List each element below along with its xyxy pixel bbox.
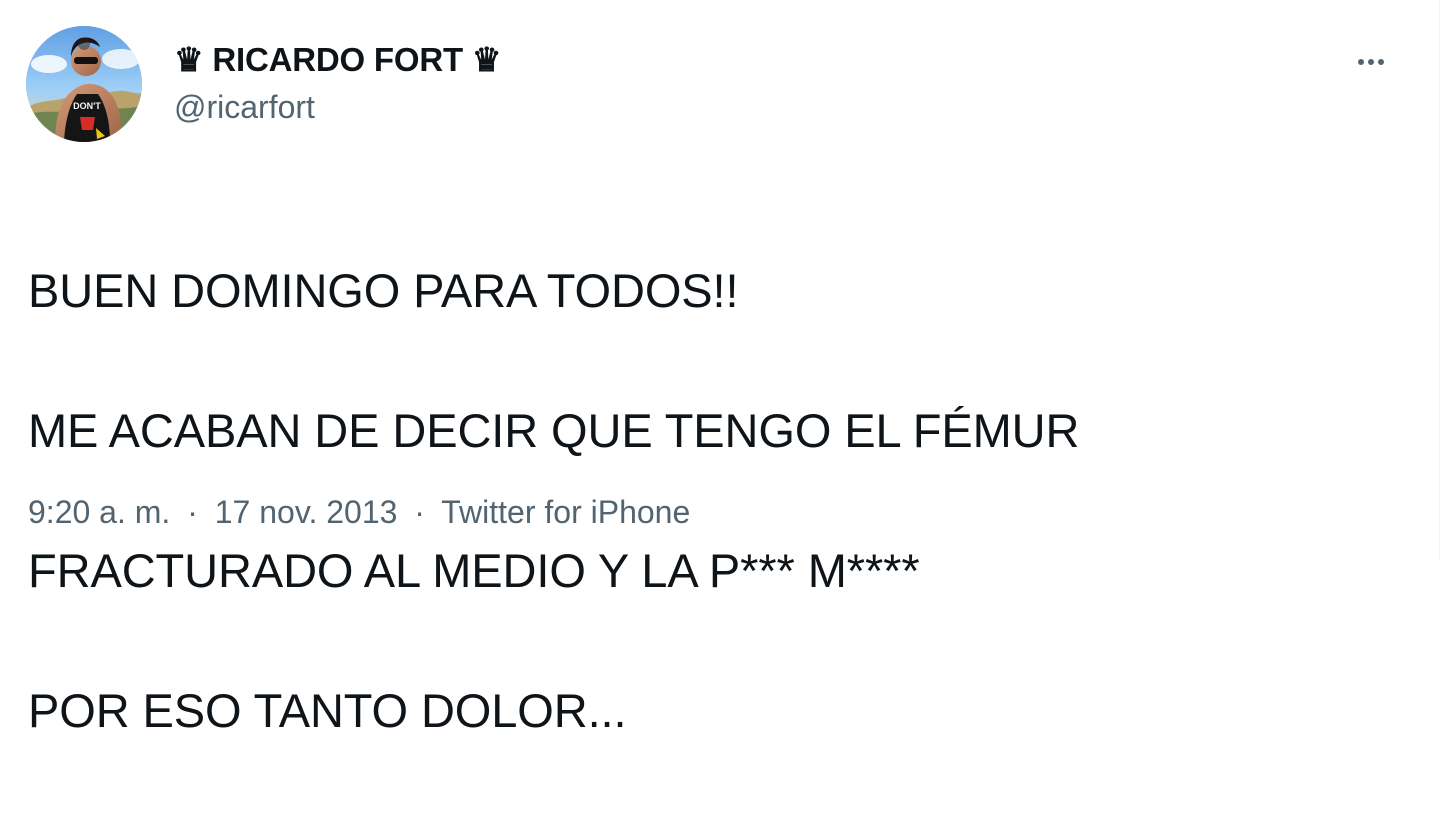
tweet-text-line: BUEN DOMINGO PARA TODOS!! [28, 264, 739, 317]
author-identity: ♛ RICARDO FORT ♛ @ricarfort [174, 26, 501, 126]
tweet-text-line: FRACTURADO AL MEDIO Y LA P*** M**** [28, 544, 920, 597]
more-horizontal-icon [1378, 59, 1384, 65]
tweet-time-link[interactable]: 9:20 a. m. [28, 494, 170, 530]
author-handle[interactable]: @ricarfort [174, 88, 501, 126]
metadata-separator: · [414, 494, 425, 530]
tweet-metadata: 9:20 a. m. · 17 nov. 2013 · Twitter for … [28, 492, 690, 532]
tweet-text-line: ME ACABAN DE DECIR QUE TENGO EL FÉMUR [28, 404, 1080, 457]
tweet-source-link[interactable]: Twitter for iPhone [441, 494, 690, 530]
metadata-separator: · [187, 494, 198, 530]
tweet-text-line: POR ESO TANTO DOLOR... [28, 684, 627, 737]
tweet-date-link[interactable]: 17 nov. 2013 [215, 494, 398, 530]
tweet-header: DON'T ♛ RICARDO FORT ♛ @ricarfort [26, 26, 501, 142]
more-horizontal-icon [1368, 59, 1374, 65]
avatar-shirt-text: DON'T [73, 101, 101, 111]
avatar-photo: DON'T [26, 26, 142, 142]
more-options-button[interactable] [1343, 34, 1399, 90]
more-horizontal-icon [1358, 59, 1364, 65]
author-display-name[interactable]: ♛ RICARDO FORT ♛ [174, 40, 501, 80]
avatar[interactable]: DON'T [26, 26, 142, 142]
tweet-card: DON'T ♛ RICARDO FORT ♛ @ricarfort BUEN D… [0, 0, 1440, 737]
